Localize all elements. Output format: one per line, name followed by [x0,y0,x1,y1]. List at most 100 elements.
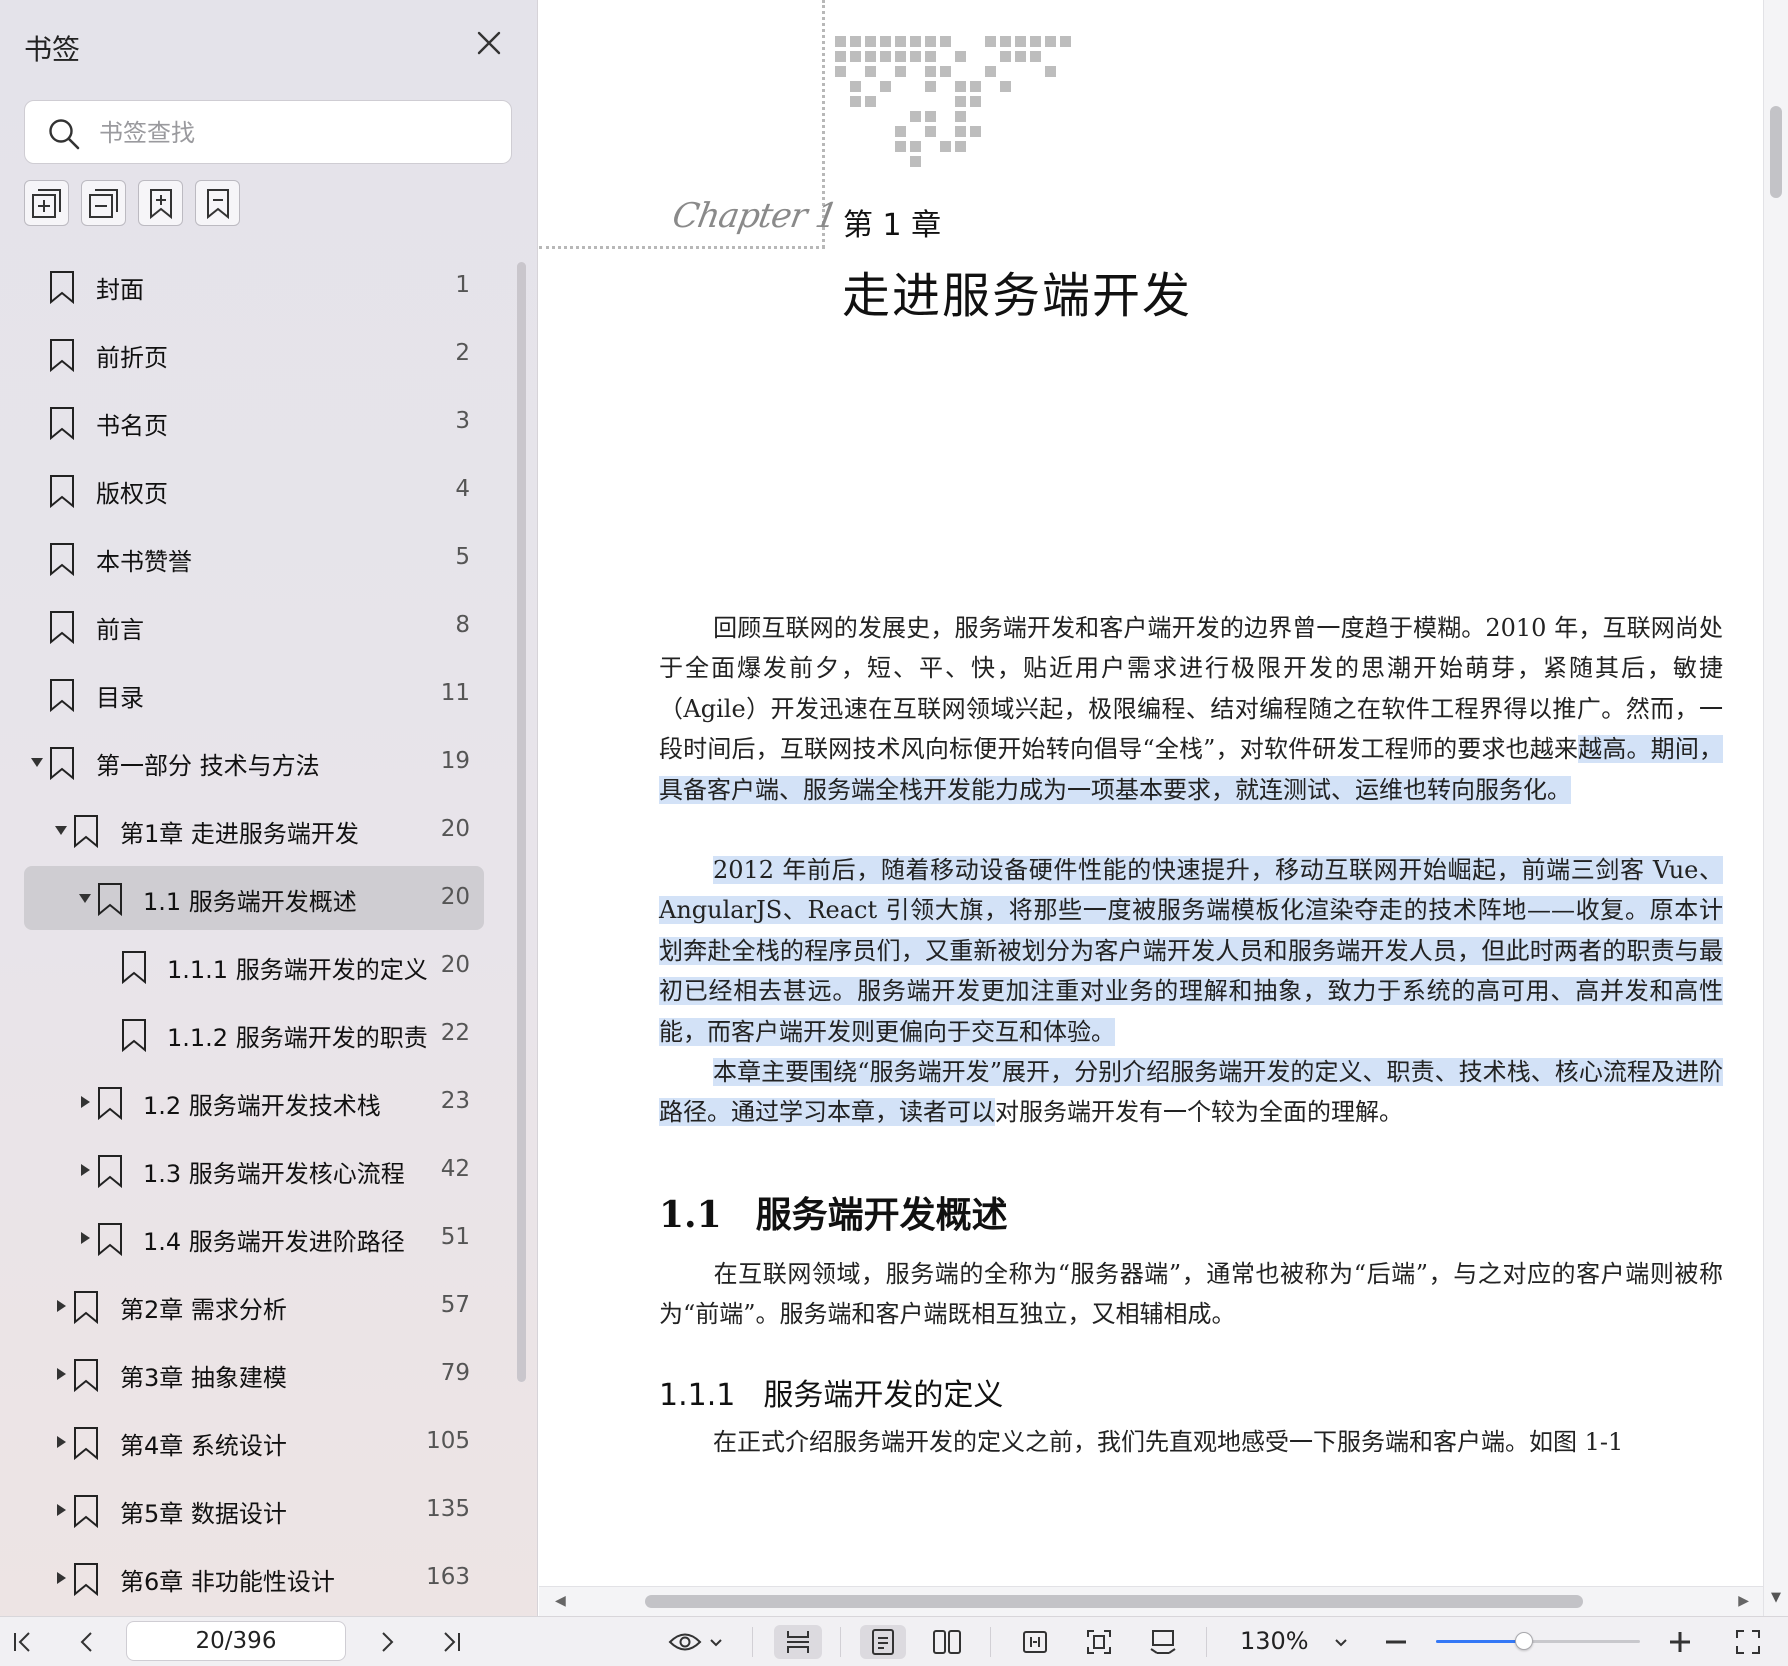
pixel-decoration-cell [985,36,996,47]
bookmark-item[interactable]: 前折页 2 [24,322,484,386]
zoom-in-button[interactable] [1662,1625,1698,1659]
bookmark-item[interactable]: 1.1 服务端开发概述 20 [24,866,484,930]
p5-text: 在正式介绍服务端开发的定义之前，我们先直观地感受一下服务端和客户端。如图 1-1 [713,1428,1624,1456]
bookmark-label: 1.1 服务端开发概述 [143,888,357,916]
pixel-decoration-cell [895,141,906,152]
pixel-decoration-cell [970,96,981,107]
horizontal-scroll-thumb[interactable] [645,1595,1583,1608]
triangle-right-icon[interactable] [54,1299,68,1313]
bookmark-item[interactable]: 第一部分 技术与方法 19 [24,730,484,794]
bookmark-item[interactable]: 目录 11 [24,662,484,726]
pixel-decoration-cell [835,36,846,47]
bookmark-page-number: 105 [426,1428,470,1454]
actual-size-button[interactable] [1140,1625,1186,1659]
expand-all-button[interactable] [24,180,69,226]
triangle-right-icon[interactable] [54,1503,68,1517]
fit-width-icon [1023,1631,1047,1653]
triangle-down-icon[interactable] [54,823,68,837]
remove-bookmark-button[interactable] [195,180,240,226]
chapter-script-label: Chapter 1 [669,196,840,236]
bookmark-item[interactable]: 版权页 4 [24,458,484,522]
bookmark-icon [74,1427,98,1460]
pixel-decoration-cell [1045,36,1056,47]
bookmark-item[interactable]: 1.2 服务端开发技术栈 23 [24,1070,484,1134]
bookmark-search-box[interactable] [24,100,512,164]
pixel-decoration-cell [910,141,921,152]
bookmark-item[interactable]: 1.3 服务端开发核心流程 42 [24,1138,484,1202]
pixel-decoration-cell [1045,66,1056,77]
bookmark-icon [74,815,98,848]
pixel-decoration-cell [865,36,876,47]
chevron-left-icon [80,1632,92,1652]
zoom-out-button[interactable] [1378,1625,1414,1659]
fit-page-button[interactable] [1076,1625,1122,1659]
bottom-toolbar: 130% [0,1616,1788,1666]
bookmark-page-number: 20 [440,884,470,910]
bookmark-item[interactable]: 书名页 3 [24,390,484,454]
pixel-decoration-cell [865,51,876,62]
zoom-slider-knob[interactable] [1514,1632,1533,1650]
zoom-level[interactable]: 130% [1240,1627,1309,1655]
triangle-right-icon[interactable] [78,1163,92,1177]
triangle-down-icon[interactable] [78,891,92,905]
bookmark-icon [98,1155,122,1188]
bookmark-item[interactable]: 1.4 服务端开发进阶路径 51 [24,1206,484,1270]
bookmark-label: 第6章 非功能性设计 [120,1568,335,1596]
collapse-all-button[interactable] [81,180,126,226]
triangle-right-icon[interactable] [54,1435,68,1449]
bookmark-search-input[interactable] [99,111,499,155]
bookmark-item[interactable]: 封面 1 [24,254,484,318]
bookmark-page-number: 51 [440,1224,470,1250]
minus-icon [1386,1640,1406,1644]
triangle-down-icon[interactable] [30,755,44,769]
horizontal-scrollbar[interactable]: ◀ ▶ [539,1586,1763,1616]
next-page-button[interactable] [370,1625,404,1659]
fit-width-button[interactable] [1012,1625,1058,1659]
chevron-right-icon [382,1632,394,1652]
document-page: Chapter 1 第 1 章 走进服务端开发 回顾互联网的发展史，服务端开发和… [539,0,1763,1586]
vertical-scrollbar[interactable]: ▼ [1763,0,1788,1616]
p3-text: 对服务端开发有一个较为全面的理解。 [995,1098,1403,1127]
pixel-decoration-cell [1060,36,1071,47]
scroll-left-arrow-icon[interactable]: ◀ [555,1593,566,1609]
bookmark-item[interactable]: 第1章 走进服务端开发 20 [24,798,484,862]
triangle-right-icon[interactable] [54,1367,68,1381]
first-page-button[interactable] [6,1625,40,1659]
bookmark-item[interactable]: 第6章 非功能性设计 163 [24,1546,484,1610]
sidebar-scrollbar[interactable] [517,262,526,1382]
vertical-scroll-thumb[interactable] [1770,106,1782,198]
bookmark-item[interactable]: 本书赞誉 5 [24,526,484,590]
close-icon[interactable] [472,26,506,60]
pixel-decoration-cell [940,66,951,77]
bookmark-item[interactable]: 第3章 抽象建模 79 [24,1342,484,1406]
zoom-slider[interactable] [1436,1632,1640,1650]
triangle-right-icon[interactable] [78,1095,92,1109]
search-icon [47,117,81,151]
bookmark-page-number: 5 [455,544,470,570]
bookmark-icon [98,1223,122,1256]
scroll-down-arrow-icon[interactable]: ▼ [1771,1590,1781,1605]
scroll-right-arrow-icon[interactable]: ▶ [1738,1593,1749,1609]
fullscreen-button[interactable] [1728,1625,1768,1659]
bookmark-item[interactable]: 第2章 需求分析 57 [24,1274,484,1338]
continuous-scroll-button[interactable] [774,1625,822,1659]
view-mode-dropdown[interactable] [664,1625,728,1659]
bookmark-page-number: 20 [440,816,470,842]
add-bookmark-button[interactable] [138,180,183,226]
triangle-right-icon[interactable] [54,1571,68,1585]
last-page-button[interactable] [434,1625,468,1659]
page-number-input[interactable] [126,1621,346,1661]
single-page-button[interactable] [860,1625,906,1659]
bookmark-item[interactable]: 1.1.1 服务端开发的定义 20 [24,934,484,998]
triangle-right-icon[interactable] [78,1231,92,1245]
bookmark-label: 目录 [96,684,144,712]
bookmark-item[interactable]: 第5章 数据设计 135 [24,1478,484,1542]
zoom-dropdown-button[interactable] [1326,1625,1356,1659]
bookmark-page-number: 57 [440,1292,470,1318]
pixel-decoration-cell [970,81,981,92]
bookmark-item[interactable]: 第4章 系统设计 105 [24,1410,484,1474]
two-page-button[interactable] [924,1625,970,1659]
bookmark-item[interactable]: 前言 8 [24,594,484,658]
bookmark-item[interactable]: 1.1.2 服务端开发的职责 22 [24,1002,484,1066]
previous-page-button[interactable] [70,1625,104,1659]
